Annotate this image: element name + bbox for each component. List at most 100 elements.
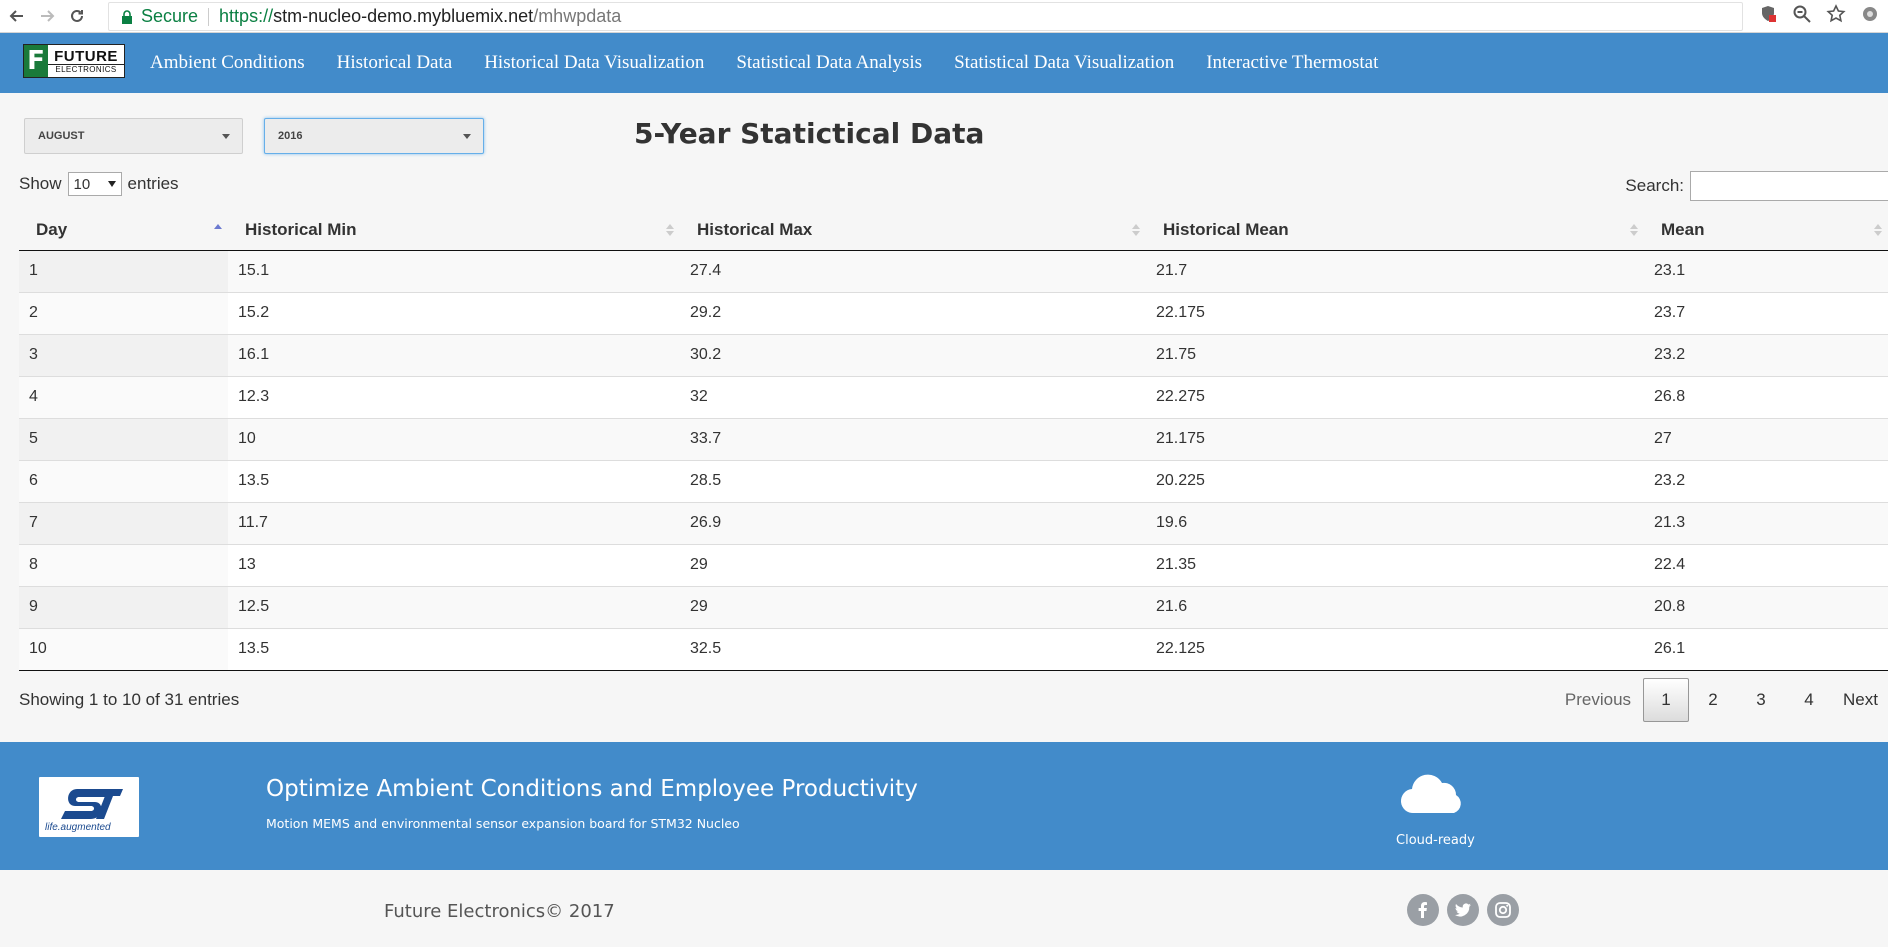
cell-day: 8 (19, 543, 228, 586)
cell-historical-mean: 22.125 (1146, 627, 1644, 671)
page-button-3[interactable]: 3 (1737, 678, 1785, 722)
year-select[interactable]: 2016 (264, 118, 484, 154)
future-electronics-logo[interactable]: F FUTURE ELECTRONICS (23, 44, 125, 78)
table-row: 8 13 29 21.35 22.4 (19, 543, 1888, 586)
cell-mean: 27 (1644, 417, 1888, 460)
cell-historical-mean: 22.275 (1146, 375, 1644, 418)
logo-line1: FUTURE (54, 47, 118, 65)
secure-label: Secure (141, 6, 199, 26)
extension-gear-icon[interactable] (1860, 4, 1880, 24)
cell-historical-max: 26.9 (680, 501, 1146, 544)
chevron-down-icon (222, 134, 230, 139)
cell-mean: 21.3 (1644, 501, 1888, 544)
forward-button[interactable] (34, 3, 60, 29)
twitter-icon[interactable] (1447, 894, 1479, 926)
page-length-select[interactable]: 10 (67, 172, 122, 196)
table-row: 4 12.3 32 22.275 26.8 (19, 375, 1888, 418)
page-title: 5-Year Statictical Data (634, 117, 985, 150)
cell-day: 4 (19, 375, 228, 418)
cell-day: 2 (19, 291, 228, 334)
cell-historical-mean: 21.175 (1146, 417, 1644, 460)
cell-mean: 20.8 (1644, 585, 1888, 628)
page-length-control: Show 10 entries (19, 172, 179, 196)
nav-historical-data-visualization[interactable]: Historical Data Visualization (484, 52, 704, 74)
cell-day: 10 (19, 627, 228, 671)
cell-mean: 23.7 (1644, 291, 1888, 334)
pagination: Previous 1 2 3 4 Next (1555, 678, 1888, 722)
cloud-ready-label: Cloud-ready (1396, 833, 1475, 848)
cell-historical-max: 27.4 (690, 262, 722, 279)
table-row: 3 16.1 30.2 21.75 23.2 (19, 333, 1888, 376)
cell-historical-min: 10 (228, 417, 680, 460)
instagram-icon[interactable] (1487, 894, 1519, 926)
url-path: /mhwpdata (533, 6, 622, 26)
column-header-mean[interactable]: Mean (1644, 210, 1888, 251)
cell-mean: 23.2 (1644, 333, 1888, 376)
nav-ambient-conditions[interactable]: Ambient Conditions (150, 52, 305, 74)
cell-day: 7 (19, 501, 228, 544)
column-header-historical-max[interactable]: Historical Max (680, 210, 1146, 251)
column-header-historical-mean[interactable]: Historical Mean (1146, 210, 1644, 251)
cell-historical-min: 13 (228, 543, 680, 586)
page-button-4[interactable]: 4 (1785, 678, 1833, 722)
page-button-1[interactable]: 1 (1643, 678, 1690, 722)
cell-historical-max: 32.5 (680, 627, 1146, 671)
shield-blocked-icon[interactable] (1758, 4, 1778, 24)
cell-historical-mean: 21.6 (1146, 585, 1644, 628)
cell-mean: 22.4 (1644, 543, 1888, 586)
statistics-table: Day Historical Min Historical Max Histor… (19, 210, 1888, 671)
table-row: 2 15.2 29.2 22.175 23.7 (19, 291, 1888, 334)
column-header-historical-min[interactable]: Historical Min (228, 210, 680, 251)
cell-historical-min: 12.5 (228, 585, 680, 628)
cell-historical-mean: 19.6 (1146, 501, 1644, 544)
lock-icon (122, 9, 132, 24)
nav-historical-data[interactable]: Historical Data (337, 52, 453, 74)
column-header-day[interactable]: Day (19, 210, 228, 251)
year-select-value: 2016 (278, 130, 303, 142)
cell-day: 1 (19, 250, 228, 292)
url-scheme: https:// (219, 6, 274, 26)
page-button-2[interactable]: 2 (1689, 678, 1737, 722)
cell-mean: 26.8 (1644, 375, 1888, 418)
zoom-icon[interactable] (1792, 4, 1812, 24)
table-row: 10 13.5 32.5 22.125 26.1 (19, 627, 1888, 671)
sort-both-icon (1630, 224, 1638, 236)
search-input[interactable] (1690, 171, 1888, 201)
cell-historical-min: 12.3 (228, 375, 680, 418)
month-select[interactable]: AUGUST (24, 118, 243, 154)
page-length-value: 10 (73, 175, 91, 193)
cloud-icon (1400, 774, 1461, 814)
cell-historical-min: 11.7 (228, 501, 680, 544)
sort-both-icon (666, 224, 674, 236)
back-button[interactable] (4, 3, 30, 29)
arrow-right-icon (41, 10, 55, 22)
cell-mean: 23.2 (1644, 459, 1888, 502)
nav-statistical-data-visualization[interactable]: Statistical Data Visualization (954, 52, 1174, 74)
arrow-left-icon (9, 10, 23, 22)
table-row: 7 11.7 26.9 19.6 21.3 (19, 501, 1888, 544)
entries-label: entries (127, 174, 179, 193)
previous-page-button[interactable]: Previous (1555, 678, 1641, 722)
star-icon[interactable] (1826, 4, 1846, 24)
reload-icon (71, 9, 83, 22)
next-page-button[interactable]: Next (1833, 678, 1888, 722)
show-label: Show (19, 174, 62, 193)
sort-both-icon (1132, 224, 1140, 236)
footer-subheading: Motion MEMS and environmental sensor exp… (266, 816, 740, 831)
footer-heading: Optimize Ambient Conditions and Employee… (266, 776, 918, 802)
facebook-icon[interactable] (1407, 894, 1439, 926)
table-search: Search: (1625, 171, 1888, 201)
search-label: Search: (1625, 176, 1684, 195)
cell-historical-max: 29.2 (680, 291, 1146, 334)
cell-historical-mean: 21.7 (1156, 262, 1188, 279)
cell-historical-mean: 20.225 (1146, 459, 1644, 502)
table-header-row: Day Historical Min Historical Max Histor… (19, 210, 1888, 251)
nav-statistical-data-analysis[interactable]: Statistical Data Analysis (736, 52, 922, 74)
nav-interactive-thermostat[interactable]: Interactive Thermostat (1206, 52, 1378, 74)
cell-day: 3 (19, 333, 228, 376)
reload-button[interactable] (64, 3, 90, 29)
address-bar[interactable]: Secure https:// stm-nucleo-demo.mybluemi… (108, 2, 1743, 31)
cell-day: 6 (19, 459, 228, 502)
cell-day: 9 (19, 585, 228, 628)
main-navbar: F FUTURE ELECTRONICS Ambient Conditions … (0, 33, 1888, 93)
